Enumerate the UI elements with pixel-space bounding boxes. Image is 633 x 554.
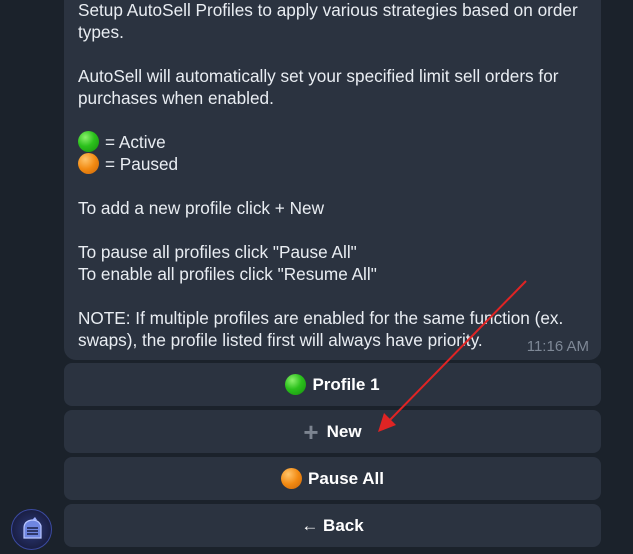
- orange-circle-icon: [281, 468, 303, 489]
- plus-icon: +: [303, 416, 319, 447]
- new-profile-button[interactable]: + New: [64, 410, 601, 453]
- message-timestamp: 11:16 AM: [526, 338, 589, 355]
- new-profile-label: New: [326, 421, 362, 441]
- pause-resume-paragraph: To pause all profiles click "Pause All" …: [78, 241, 587, 285]
- green-circle-icon: [285, 374, 307, 395]
- message-line: To enable all profiles click "Resume All…: [78, 264, 377, 284]
- back-label: ← Back: [301, 515, 364, 535]
- knight-helmet-icon: [23, 517, 42, 539]
- legend-active-label: = Active: [105, 132, 166, 152]
- pause-all-button[interactable]: Pause All: [64, 457, 601, 500]
- note-paragraph: NOTE: If multiple profiles are enabled f…: [78, 307, 587, 351]
- add-paragraph: To add a new profile click + New: [78, 197, 587, 219]
- pause-all-label: Pause All: [308, 468, 384, 488]
- message-line: To pause all profiles click "Pause All": [78, 242, 357, 262]
- message-line: purchases when enabled.: [78, 88, 274, 108]
- chat-view: Setup AutoSell Profiles to apply various…: [0, 0, 633, 554]
- intro-paragraph: Setup AutoSell Profiles to apply various…: [78, 0, 587, 43]
- orange-circle-icon: [78, 153, 99, 174]
- green-circle-icon: [78, 131, 99, 152]
- message-line: Setup AutoSell Profiles to apply various…: [78, 0, 578, 20]
- bot-avatar[interactable]: [11, 509, 52, 550]
- legend-paragraph: = Active = Paused: [78, 131, 587, 175]
- legend-paused: = Paused: [78, 153, 587, 175]
- autosell-paragraph: AutoSell will automatically set your spe…: [78, 65, 587, 109]
- message-line: NOTE: If multiple profiles are enabled f…: [78, 308, 564, 328]
- profile-1-button[interactable]: Profile 1: [64, 363, 601, 406]
- message-line: AutoSell will automatically set your spe…: [78, 66, 559, 86]
- legend-paused-label: = Paused: [105, 154, 179, 174]
- back-button[interactable]: ← Back: [64, 504, 601, 547]
- message-line: types.: [78, 22, 124, 42]
- legend-active: = Active: [78, 131, 587, 153]
- bot-message-bubble: Setup AutoSell Profiles to apply various…: [64, 0, 601, 360]
- message-line: To add a new profile click + New: [78, 198, 324, 218]
- profile-1-label: Profile 1: [312, 374, 380, 394]
- message-line: swaps), the profile listed first will al…: [78, 330, 483, 350]
